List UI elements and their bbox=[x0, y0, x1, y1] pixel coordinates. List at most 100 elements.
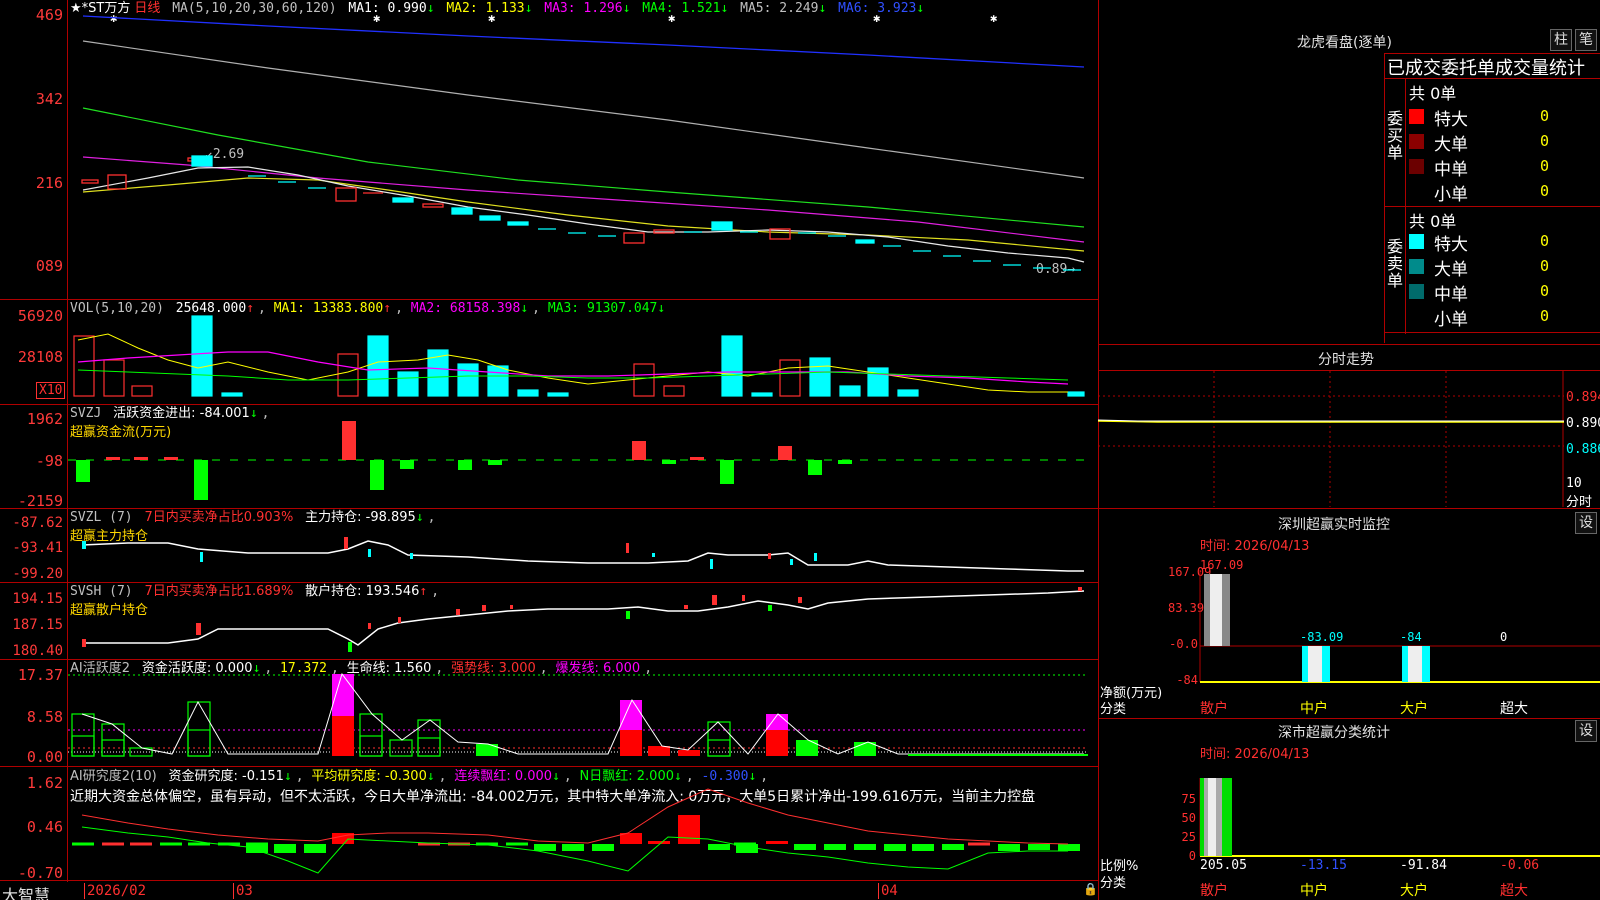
divider bbox=[1384, 206, 1600, 207]
ai1-axis-label: 17.37 bbox=[17, 666, 63, 684]
sell-color-swatch bbox=[1409, 309, 1424, 324]
intraday-period[interactable]: 10 bbox=[1566, 476, 1582, 491]
ai2-axis-label: 1.62 bbox=[26, 774, 63, 792]
sz-value: -84 bbox=[1400, 630, 1422, 644]
main-axis-label: 216 bbox=[35, 174, 63, 192]
ss-axis-label: 25 bbox=[1181, 830, 1196, 844]
ss-settings-button[interactable]: 设 bbox=[1575, 720, 1597, 742]
kline-chart[interactable]: ✱ ✱ ✱ ✱ ✱ ✱ bbox=[68, 0, 1098, 299]
svzj-axis-label: -2159 bbox=[17, 492, 63, 510]
svzl-chart[interactable] bbox=[68, 509, 1098, 582]
intraday-chart[interactable] bbox=[1097, 371, 1564, 507]
sell-orders-label: 委卖单 bbox=[1387, 237, 1404, 290]
main-axis-label: 342 bbox=[35, 90, 63, 108]
sz-value: 167.09 bbox=[1200, 558, 1244, 572]
buy-row-label: 中单 bbox=[1434, 160, 1468, 180]
sz-axis-label: 167.09 bbox=[1168, 565, 1212, 579]
sz-time: 时间: 2026/04/13 bbox=[1200, 539, 1310, 554]
bar-view-button[interactable]: 柱 bbox=[1550, 29, 1572, 51]
volume-chart[interactable] bbox=[68, 300, 1098, 404]
cat-label: 中户 bbox=[1300, 701, 1328, 717]
ai2-axis-label: -0.70 bbox=[17, 864, 63, 882]
buy-color-swatch bbox=[1409, 184, 1424, 199]
buy-color-swatch bbox=[1409, 134, 1424, 149]
sell-row-value: 0 bbox=[1540, 282, 1550, 300]
vol-axis-label: 28108 bbox=[17, 348, 63, 366]
ma6-line bbox=[82, 15, 1085, 68]
svzj-axis-label: -98 bbox=[35, 452, 63, 470]
ai1-chart[interactable] bbox=[68, 660, 1098, 766]
cat-label: 超大 bbox=[1500, 701, 1528, 717]
svzj-axis-label: 1962 bbox=[26, 410, 63, 428]
buy-row-value: 0 bbox=[1540, 182, 1550, 200]
x-axis-date: 04 bbox=[878, 883, 898, 899]
ss-axis-label: 75 bbox=[1181, 792, 1196, 806]
cat-label: 大户 bbox=[1400, 701, 1428, 717]
sz-settings-button[interactable]: 设 bbox=[1575, 512, 1597, 534]
ss-ratio-chart[interactable] bbox=[1199, 778, 1600, 858]
ss-time: 时间: 2026/04/13 bbox=[1200, 747, 1310, 762]
sell-row-label: 特大 bbox=[1434, 235, 1468, 255]
divider bbox=[1384, 53, 1385, 343]
ai2-chart[interactable] bbox=[68, 767, 1098, 880]
svg-text:✱: ✱ bbox=[990, 11, 997, 25]
cat-label: 超大 bbox=[1500, 883, 1528, 899]
svzj-chart[interactable] bbox=[68, 405, 1098, 508]
sell-row-value: 0 bbox=[1540, 257, 1550, 275]
brand-logo[interactable]: 大智慧 bbox=[2, 882, 50, 900]
divider bbox=[1098, 718, 1600, 719]
sz-monitor-title: 深圳超赢实时监控 bbox=[1278, 517, 1390, 533]
divider bbox=[1405, 206, 1406, 334]
sz-value: 0 bbox=[1500, 630, 1508, 644]
sell-total: 共 0单 bbox=[1409, 212, 1457, 231]
sell-color-swatch bbox=[1409, 284, 1424, 299]
tick-view-button[interactable]: 笔 bbox=[1575, 29, 1597, 51]
ss-value: -91.84 bbox=[1400, 858, 1447, 873]
sell-row-label: 大单 bbox=[1434, 260, 1468, 280]
buy-total: 共 0单 bbox=[1409, 84, 1457, 103]
svsh-axis-label: 187.15 bbox=[12, 617, 63, 633]
buy-orders-label: 委买单 bbox=[1387, 109, 1404, 162]
svzl-axis-label: -99.20 bbox=[12, 566, 63, 582]
cat-label: 散户 bbox=[1200, 883, 1228, 899]
panel-divider bbox=[0, 880, 1098, 881]
lock-icon[interactable]: 🔒 bbox=[1083, 882, 1098, 896]
main-axis-label: 089 bbox=[35, 257, 63, 275]
vol-scale-badge[interactable]: X10 bbox=[36, 382, 66, 399]
sz-axis-label: 83.39 bbox=[1168, 601, 1205, 615]
longhu-title: 龙虎看盘(逐单) bbox=[1297, 35, 1392, 51]
ai2-axis-label: 0.46 bbox=[26, 818, 63, 836]
ai1-axis-label: 8.58 bbox=[26, 708, 63, 726]
sz-xlabel: 分类 bbox=[1100, 702, 1127, 717]
sell-row-label: 中单 bbox=[1434, 285, 1468, 305]
sell-color-swatch bbox=[1409, 234, 1424, 249]
svzl-axis-label: -87.62 bbox=[12, 515, 63, 531]
buy-row-label: 特大 bbox=[1434, 110, 1468, 130]
divider bbox=[1405, 78, 1406, 206]
intraday-axis-label: 0.894 bbox=[1566, 390, 1600, 405]
buy-color-swatch bbox=[1409, 159, 1424, 174]
buy-color-swatch bbox=[1409, 109, 1424, 124]
ss-value: 205.05 bbox=[1200, 858, 1247, 873]
svsh-chart[interactable] bbox=[68, 583, 1098, 659]
svsh-axis-label: 194.15 bbox=[12, 591, 63, 607]
svg-text:✱: ✱ bbox=[873, 11, 880, 25]
sz-value: -83.09 bbox=[1300, 630, 1344, 644]
cat-label: 散户 bbox=[1200, 701, 1228, 717]
intraday-axis-label: 0.886 bbox=[1566, 442, 1600, 457]
buy-row-label: 大单 bbox=[1434, 135, 1468, 155]
buy-row-value: 0 bbox=[1540, 157, 1550, 175]
buy-row-value: 0 bbox=[1540, 107, 1550, 125]
buy-row-value: 0 bbox=[1540, 132, 1550, 150]
cat-label: 中户 bbox=[1300, 883, 1328, 899]
sz-axis-label: -84 bbox=[1176, 673, 1198, 687]
divider bbox=[1384, 78, 1600, 79]
sell-row-label: 小单 bbox=[1434, 310, 1468, 330]
buy-row-label: 小单 bbox=[1434, 185, 1468, 205]
vol-axis-label: 56920 bbox=[17, 307, 63, 325]
ss-axis-label: 0 bbox=[1188, 849, 1196, 863]
sell-row-value: 0 bbox=[1540, 307, 1550, 325]
intraday-axis-label: 0.890 bbox=[1566, 416, 1600, 431]
cat-label: 大户 bbox=[1400, 883, 1428, 899]
svg-text:✱: ✱ bbox=[488, 11, 495, 25]
